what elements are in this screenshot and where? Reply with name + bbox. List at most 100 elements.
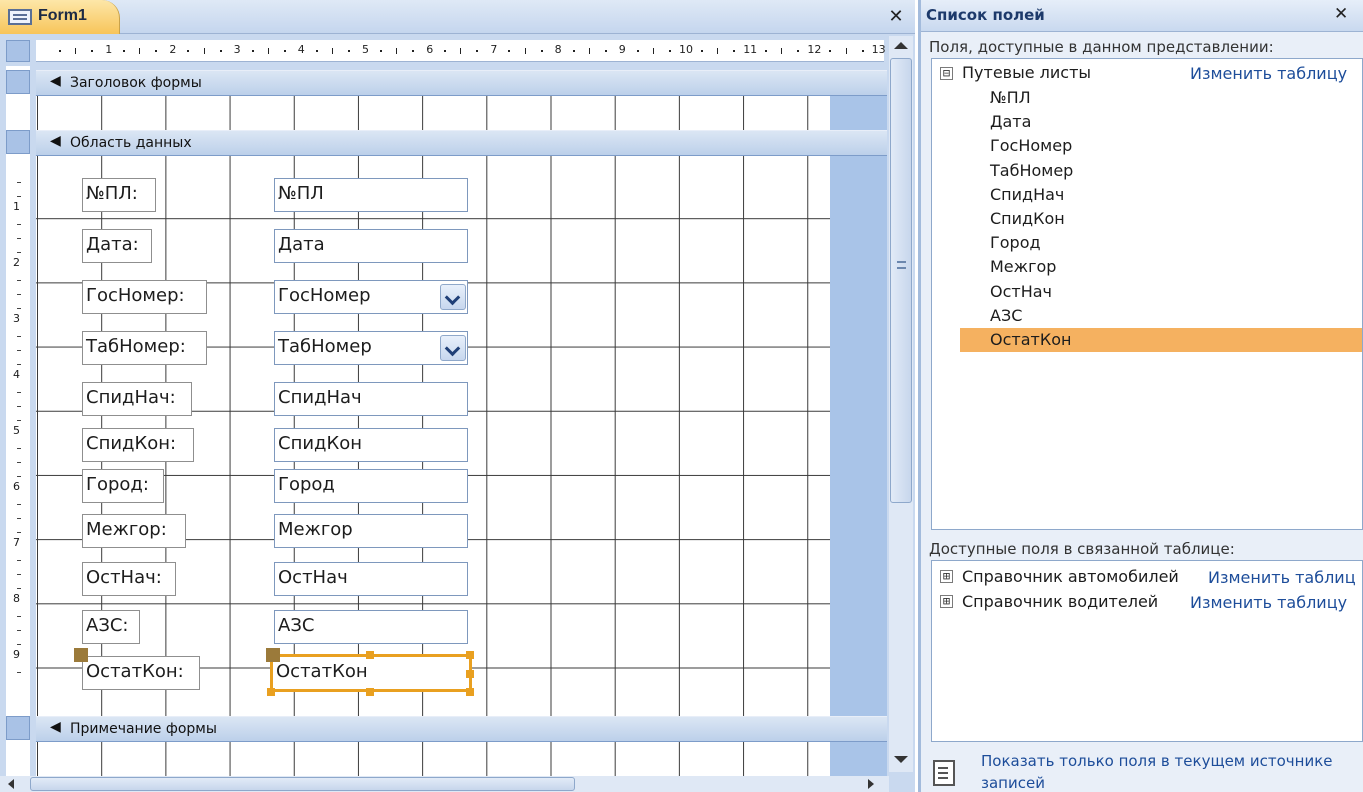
field-label[interactable]: Дата:	[82, 229, 152, 263]
ruler-tick	[17, 672, 21, 673]
text-box[interactable]: АЗС	[274, 610, 468, 644]
text-box[interactable]: Межгор	[274, 514, 468, 548]
ruler-tick	[717, 48, 719, 54]
field-label[interactable]: СпидКон:	[82, 428, 194, 462]
scroll-down-icon[interactable]	[894, 756, 908, 763]
field-label[interactable]: ОстНач:	[82, 562, 176, 596]
text-box[interactable]: Дата	[274, 229, 468, 263]
field-label[interactable]: СпидНач:	[82, 382, 192, 416]
field-list-item[interactable]: СпидКон	[960, 207, 1362, 231]
section-footer-bar[interactable]: ◀ Примечание формы	[36, 716, 887, 742]
ruler-tick	[765, 50, 768, 52]
field-list-item[interactable]: Дата	[960, 110, 1362, 134]
close-icon[interactable]: ✕	[1334, 4, 1348, 24]
text-box[interactable]: ОстНач	[274, 562, 468, 596]
resize-handle[interactable]	[267, 688, 275, 696]
field-list-item[interactable]: Межгор	[960, 255, 1362, 279]
resize-handle[interactable]	[366, 651, 374, 659]
control-source: №ПЛ	[278, 183, 324, 204]
tab-form1[interactable]: Form1	[0, 0, 120, 34]
horizontal-ruler: 1 2 3 4 5 6 7 8 9 10 11 12 13	[36, 40, 886, 62]
field-label[interactable]: Межгор:	[82, 514, 186, 548]
ruler-tick	[636, 50, 639, 52]
section-selector[interactable]	[6, 716, 30, 740]
edit-table-link[interactable]: Изменить таблицу	[1190, 64, 1347, 83]
section-header-bar[interactable]: ◀ Заголовок формы	[36, 70, 887, 96]
field-list-pane: Список полей ✕ Поля, доступные в данном …	[918, 0, 1363, 792]
combo-box[interactable]: ГосНомер	[274, 280, 468, 314]
ruler-tick	[17, 476, 21, 477]
edit-table-link[interactable]: Изменить таблиц	[1208, 568, 1356, 587]
ruler-tick	[524, 48, 526, 54]
control-source: АЗС	[278, 615, 315, 636]
close-icon[interactable]: ✕	[885, 6, 907, 28]
field-label[interactable]: АЗС:	[82, 610, 140, 644]
field-label[interactable]: ТабНомер:	[82, 331, 207, 365]
field-list-item[interactable]: ОстатКон	[960, 328, 1362, 352]
field-label[interactable]: №ПЛ:	[82, 178, 156, 212]
field-list-item[interactable]: ГосНомер	[960, 134, 1362, 158]
ruler-number: 6	[13, 480, 20, 493]
ruler-number: 7	[13, 536, 20, 549]
text-box[interactable]: Город	[274, 469, 468, 503]
field-label[interactable]: ОстатКон:	[82, 656, 200, 690]
available-fields-heading: Поля, доступные в данном представлении:	[929, 38, 1274, 56]
ruler-tick	[17, 392, 21, 393]
available-fields-list[interactable]: ⊟ Путевые листы Изменить таблицу №ПЛ Дата…	[931, 58, 1363, 530]
field-list-item[interactable]: ОстНач	[960, 280, 1362, 304]
section-detail-bar[interactable]: ◀ Область данных	[36, 130, 887, 156]
horizontal-scrollbar[interactable]	[0, 776, 889, 792]
tree-toggle-icon[interactable]: ⊞	[940, 595, 953, 608]
chevron-down-icon[interactable]	[440, 284, 466, 310]
vertical-scrollbar[interactable]	[889, 36, 913, 772]
ruler-tick	[17, 294, 21, 295]
resize-handle[interactable]	[466, 651, 474, 659]
ruler-tick	[17, 350, 21, 351]
ruler-tick	[797, 50, 800, 52]
ruler-number: 7	[490, 43, 498, 56]
related-table-name[interactable]: Справочник водителей	[962, 592, 1158, 611]
edit-table-link[interactable]: Изменить таблицу	[1190, 593, 1347, 612]
field-label[interactable]: Город:	[82, 469, 164, 503]
header-grid[interactable]	[36, 96, 830, 130]
text-box[interactable]: №ПЛ	[274, 178, 468, 212]
ruler-number: 12	[807, 43, 822, 56]
resize-handle[interactable]	[466, 688, 474, 696]
section-selector[interactable]	[6, 70, 30, 94]
field-list-item[interactable]: АЗС	[960, 304, 1362, 328]
related-table-name[interactable]: Справочник автомобилей	[962, 567, 1179, 586]
form-selector[interactable]	[6, 40, 30, 62]
field-list-item[interactable]: СпидНач	[960, 183, 1362, 207]
text-box[interactable]: СпидНач	[274, 382, 468, 416]
table-name[interactable]: Путевые листы	[962, 63, 1091, 82]
scroll-up-icon[interactable]	[894, 42, 908, 49]
combo-box[interactable]: ТабНомер	[274, 331, 468, 365]
scroll-left-icon[interactable]	[8, 779, 14, 789]
resize-handle[interactable]	[366, 688, 374, 696]
control-source: Межгор	[278, 519, 353, 540]
field-list-item[interactable]: №ПЛ	[960, 86, 1362, 110]
tree-toggle-icon[interactable]: ⊟	[940, 67, 953, 80]
ruler-tick	[17, 644, 21, 645]
form-icon	[8, 9, 32, 25]
horizontal-scroll-thumb[interactable]	[30, 777, 575, 791]
tree-toggle-icon[interactable]: ⊞	[940, 570, 953, 583]
chevron-down-icon[interactable]	[440, 335, 466, 361]
move-handle[interactable]	[266, 648, 280, 662]
field-label[interactable]: ГосНомер:	[82, 280, 207, 314]
ruler-tick	[17, 252, 21, 253]
field-list-item[interactable]: Город	[960, 231, 1362, 255]
ruler-tick	[540, 50, 543, 52]
scroll-right-icon[interactable]	[868, 779, 874, 789]
move-handle[interactable]	[74, 648, 88, 662]
show-only-link[interactable]: Показать только поля в текущем источнике…	[981, 750, 1363, 792]
field-list-item[interactable]: ТабНомер	[960, 159, 1362, 183]
vertical-scroll-thumb[interactable]	[890, 58, 912, 503]
resize-handle[interactable]	[466, 670, 474, 678]
section-selector[interactable]	[6, 130, 30, 154]
text-box[interactable]: СпидКон	[274, 428, 468, 462]
field-list-icon[interactable]	[933, 760, 955, 786]
ruler-tick	[396, 48, 398, 54]
text-box[interactable]: ОстатКон	[270, 654, 472, 692]
related-fields-list[interactable]: ⊞ Справочник автомобилей Изменить таблиц ⊞ С…	[931, 560, 1363, 742]
